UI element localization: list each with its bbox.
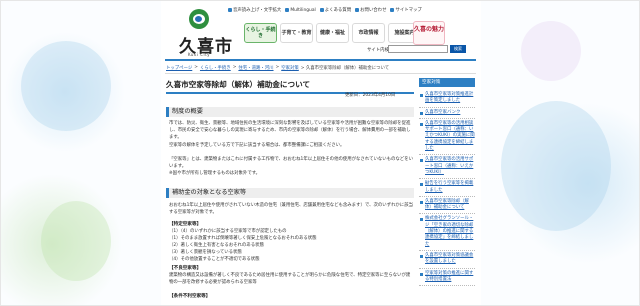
background-flower	[501, 101, 611, 231]
breadcrumb-separator: >	[194, 65, 198, 70]
breadcrumb: トップページ > くらし・手続き > 住宅・道路・河川 > 空家対策 > 久喜市…	[166, 65, 389, 71]
side-nav-item[interactable]: 勧告を行う空家等を掲載しました	[419, 179, 475, 197]
updated-date: 更新日：2023年4月10日	[345, 93, 396, 98]
global-nav: くらし・手続き 子育て・教育 健康・福祉 市政情報 施設案内	[244, 23, 421, 43]
nav-kosodate[interactable]: 子育て・教育	[280, 23, 313, 43]
breadcrumb-link[interactable]: くらし・手続き	[200, 65, 231, 71]
list-item: （3）著しく景観を損なっている状態	[169, 250, 242, 255]
side-nav-item[interactable]: 空家等対策の推進に関する特別措置法	[419, 269, 475, 287]
search-input[interactable]	[388, 45, 448, 53]
nav-miryoku[interactable]: 久喜の魅力	[413, 21, 445, 45]
breadcrumb-link[interactable]: 住宅・道路・河川	[238, 65, 273, 71]
side-nav-heading: 空家対策	[419, 78, 475, 87]
nav-shisei[interactable]: 市政情報	[352, 23, 385, 43]
paragraph: 建築物の構造又は設備が著しく不良であるため居住用に使用することが明らかに危険な住…	[169, 273, 411, 285]
header-divider	[165, 59, 476, 61]
search-button[interactable]: 検索	[450, 45, 466, 53]
list-item: （2）著しく衛生上有害となるおそれのある状態	[169, 243, 264, 248]
list-item: （1）そのまま放置すれば倒壊等著しく保安上危険となるおそれのある状態	[169, 236, 317, 241]
background-flower	[521, 21, 581, 81]
square-icon	[285, 8, 290, 12]
paragraph: 市では、防災、衛生、景観等、地域住民の生活環境に深刻な影響を及ぼしている空家等や…	[169, 121, 411, 140]
section-heading: 補助金の対象となる空家等	[166, 188, 414, 198]
utility-link[interactable]: よくある質問	[319, 7, 351, 13]
side-nav-item[interactable]: 久喜市空家等の活用サポート窓口（通称：いえかつKUKI）	[419, 155, 475, 180]
list-item: （4）その他放置することが不適切である状態	[169, 257, 260, 262]
nav-kenko[interactable]: 健康・福祉	[316, 23, 349, 43]
side-nav-item[interactable]: 久喜市空家等除却（解体）補助金について	[419, 197, 475, 215]
utility-link[interactable]: お問い合わせ	[355, 7, 386, 13]
breadcrumb-divider	[165, 73, 476, 74]
breadcrumb-link[interactable]: トップページ	[166, 65, 192, 71]
breadcrumb-separator: >	[232, 65, 237, 70]
square-icon	[228, 8, 232, 12]
utility-link[interactable]: サイトマップ	[390, 7, 422, 13]
square-icon	[390, 8, 395, 12]
list-item: （1）（4）のいずれかに該当する空家等で市が認定したもの	[169, 229, 287, 234]
browser-viewport: 音声読み上げ・文字拡大 Multilingual よくある質問 お問い合わせ サ…	[0, 0, 640, 306]
section-heading: 制度の概要	[166, 107, 414, 117]
subheading: 【不良空家等】	[169, 266, 202, 271]
side-nav-item[interactable]: 久喜市空家バンク	[419, 108, 475, 119]
square-icon	[355, 8, 360, 12]
square-icon	[319, 8, 324, 12]
paragraph: おおむね1年以上居住や使用がされていない木造の住宅（兼用住宅、店舗兼用住宅なども…	[169, 203, 413, 215]
side-nav-item[interactable]: 久喜市空家等対策協議会を設置しました	[419, 251, 475, 269]
side-nav: 久喜市空家等対策推進計画を策定しました 久喜市空家バンク 久喜市空家等の活用相談…	[419, 90, 475, 287]
breadcrumb-current: > 久喜市空家等除却（解体）補助金について	[300, 66, 390, 71]
subheading: 【条件不利空家等】	[169, 294, 211, 299]
subheading: 【特定空家等】	[169, 222, 202, 227]
side-nav-item[interactable]: 久喜市空家等の活用相談サポート窓口（通称：いえかつKUKI）の実施に関する連携協…	[419, 119, 475, 156]
nav-kurashi[interactable]: くらし・手続き	[244, 23, 277, 43]
utility-links: 音声読み上げ・文字拡大 Multilingual よくある質問 お問い合わせ サ…	[228, 7, 422, 13]
utility-link[interactable]: 音声読み上げ・文字拡大	[228, 7, 281, 13]
site-logo-sub: Kuki City	[188, 52, 210, 57]
paragraph: 空家等の解体を予定している方で下記に該当する場合は、都市整備課にご相談ください。	[169, 143, 345, 148]
background-flower	[41, 201, 111, 281]
paragraph: ※国や市が所有し管理するものは対象外です。	[169, 171, 261, 176]
breadcrumb-separator: >	[275, 65, 280, 70]
breadcrumb-link[interactable]: 空家対策	[281, 65, 299, 71]
side-nav-item[interactable]: 株式会社グランソール・ジ「空き家の適切な除却（解体）の推進に関する連携協定」を締…	[419, 214, 475, 251]
paragraph: 「空家等」とは、建築物またはこれに付属する工作物で、おおむね1年以上居住その他の…	[169, 157, 413, 169]
utility-link[interactable]: Multilingual	[285, 7, 316, 13]
side-nav-item[interactable]: 久喜市空家等対策推進計画を策定しました	[419, 90, 475, 108]
city-logo-icon[interactable]	[189, 9, 209, 29]
background-flower	[21, 41, 111, 131]
